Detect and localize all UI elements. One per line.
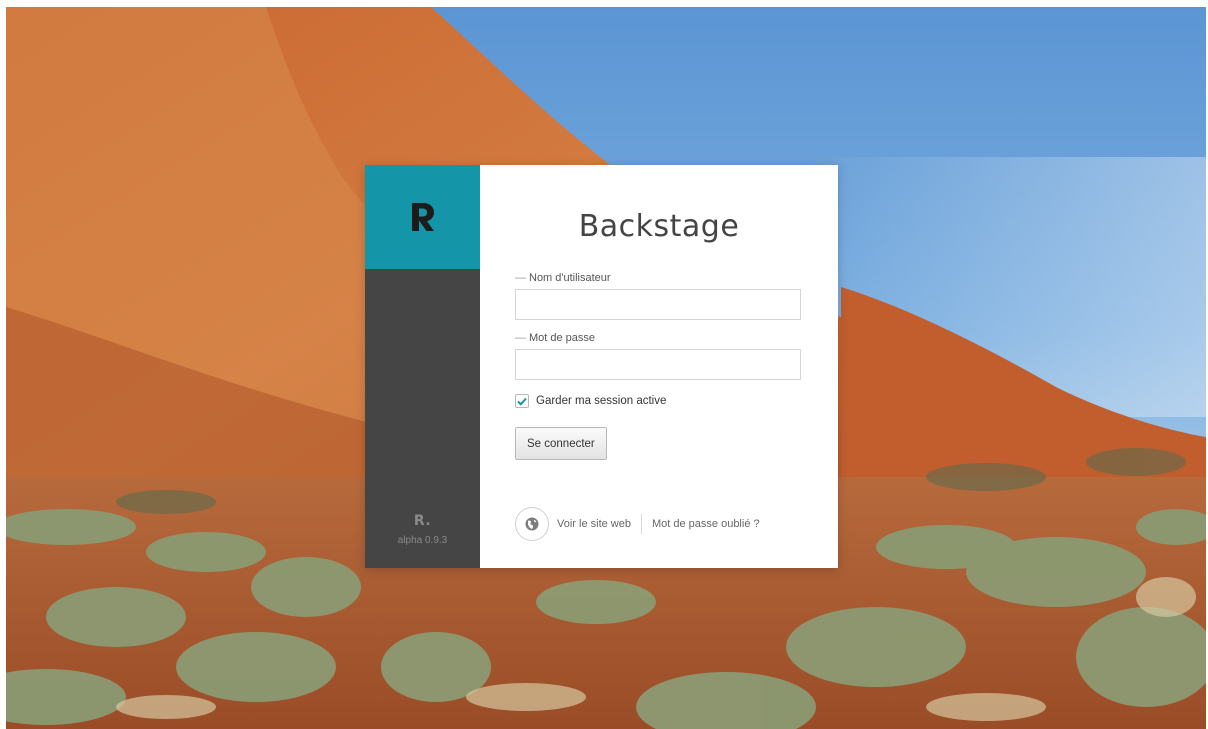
username-label: — Nom d'utilisateur (515, 272, 611, 284)
checkmark-icon (517, 397, 527, 406)
footer-links: Voir le site web Mot de passe oublié ? (515, 507, 760, 541)
login-panel: R. alpha 0.9.3 Backstage — Nom d'utilisat… (365, 165, 838, 568)
remember-label: Garder ma session active (536, 395, 667, 407)
label-dash: — (515, 332, 526, 344)
brand-footer: R. alpha 0.9.3 (365, 513, 480, 546)
username-input[interactable] (515, 289, 801, 320)
remember-checkbox[interactable] (515, 394, 529, 408)
version-label: alpha 0.9.3 (397, 535, 448, 546)
password-label: — Mot de passe (515, 332, 596, 344)
login-form: Backstage — Nom d'utilisateur — Mot de pas… (480, 165, 838, 568)
password-input[interactable] (515, 349, 801, 380)
login-button[interactable]: Se connecter (515, 427, 607, 460)
brand-logo-block (365, 165, 480, 269)
page-title: Backstage (578, 209, 740, 244)
link-divider (640, 514, 642, 534)
globe-icon (525, 517, 539, 531)
mini-logo: R. (413, 513, 432, 529)
forgot-password-link[interactable]: Mot de passe oublié ? (652, 518, 760, 530)
visit-site-button[interactable] (515, 507, 549, 541)
label-dash: — (515, 272, 526, 284)
visit-site-link[interactable]: Voir le site web (557, 518, 631, 530)
remember-session[interactable]: Garder ma session active (515, 394, 666, 408)
logo-icon (411, 203, 434, 231)
brand-sidebar: R. alpha 0.9.3 (365, 165, 480, 568)
